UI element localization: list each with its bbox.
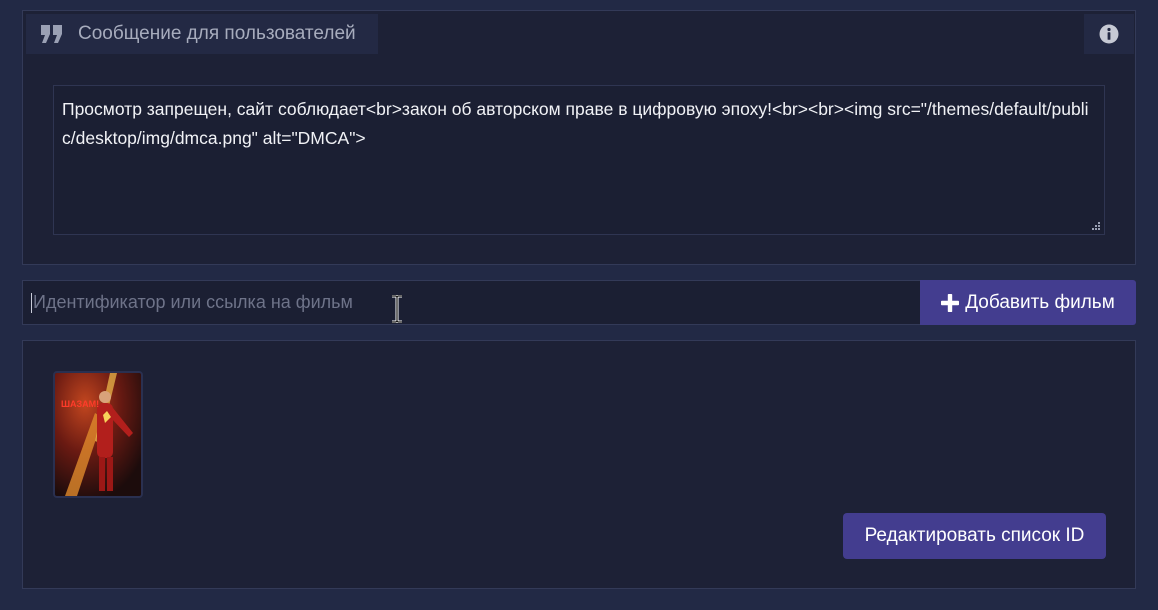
message-text: Просмотр запрещен, сайт соблюдает<br>зак… <box>62 99 1089 148</box>
quote-icon <box>41 25 62 43</box>
film-poster[interactable]: ШАЗАМ! <box>53 371 143 498</box>
films-panel: ШАЗАМ! Редактировать список ID <box>22 340 1136 589</box>
add-film-label: Добавить фильм <box>965 291 1115 313</box>
plus-icon <box>941 293 960 312</box>
resize-handle-icon[interactable] <box>1091 221 1101 231</box>
edit-id-list-button[interactable]: Редактировать список ID <box>843 513 1106 559</box>
add-film-row: Идентификатор или ссылка на фильм Добави… <box>22 280 1136 325</box>
info-icon <box>1099 24 1119 44</box>
film-id-placeholder: Идентификатор или ссылка на фильм <box>33 292 353 312</box>
film-id-input[interactable]: Идентификатор или ссылка на фильм <box>22 280 921 325</box>
panel-title: Сообщение для пользователей <box>78 23 356 44</box>
user-message-panel: Сообщение для пользователей Просмотр зап… <box>22 10 1136 265</box>
text-caret <box>31 292 32 313</box>
info-button[interactable] <box>1084 14 1134 54</box>
add-film-button[interactable]: Добавить фильм <box>920 280 1136 325</box>
poster-title: ШАЗАМ! <box>61 399 99 409</box>
text-cursor-icon <box>392 295 402 323</box>
message-textarea[interactable]: Просмотр запрещен, сайт соблюдает<br>зак… <box>53 85 1105 235</box>
film-poster-image: ШАЗАМ! <box>55 373 141 496</box>
panel-header: Сообщение для пользователей <box>26 14 378 54</box>
